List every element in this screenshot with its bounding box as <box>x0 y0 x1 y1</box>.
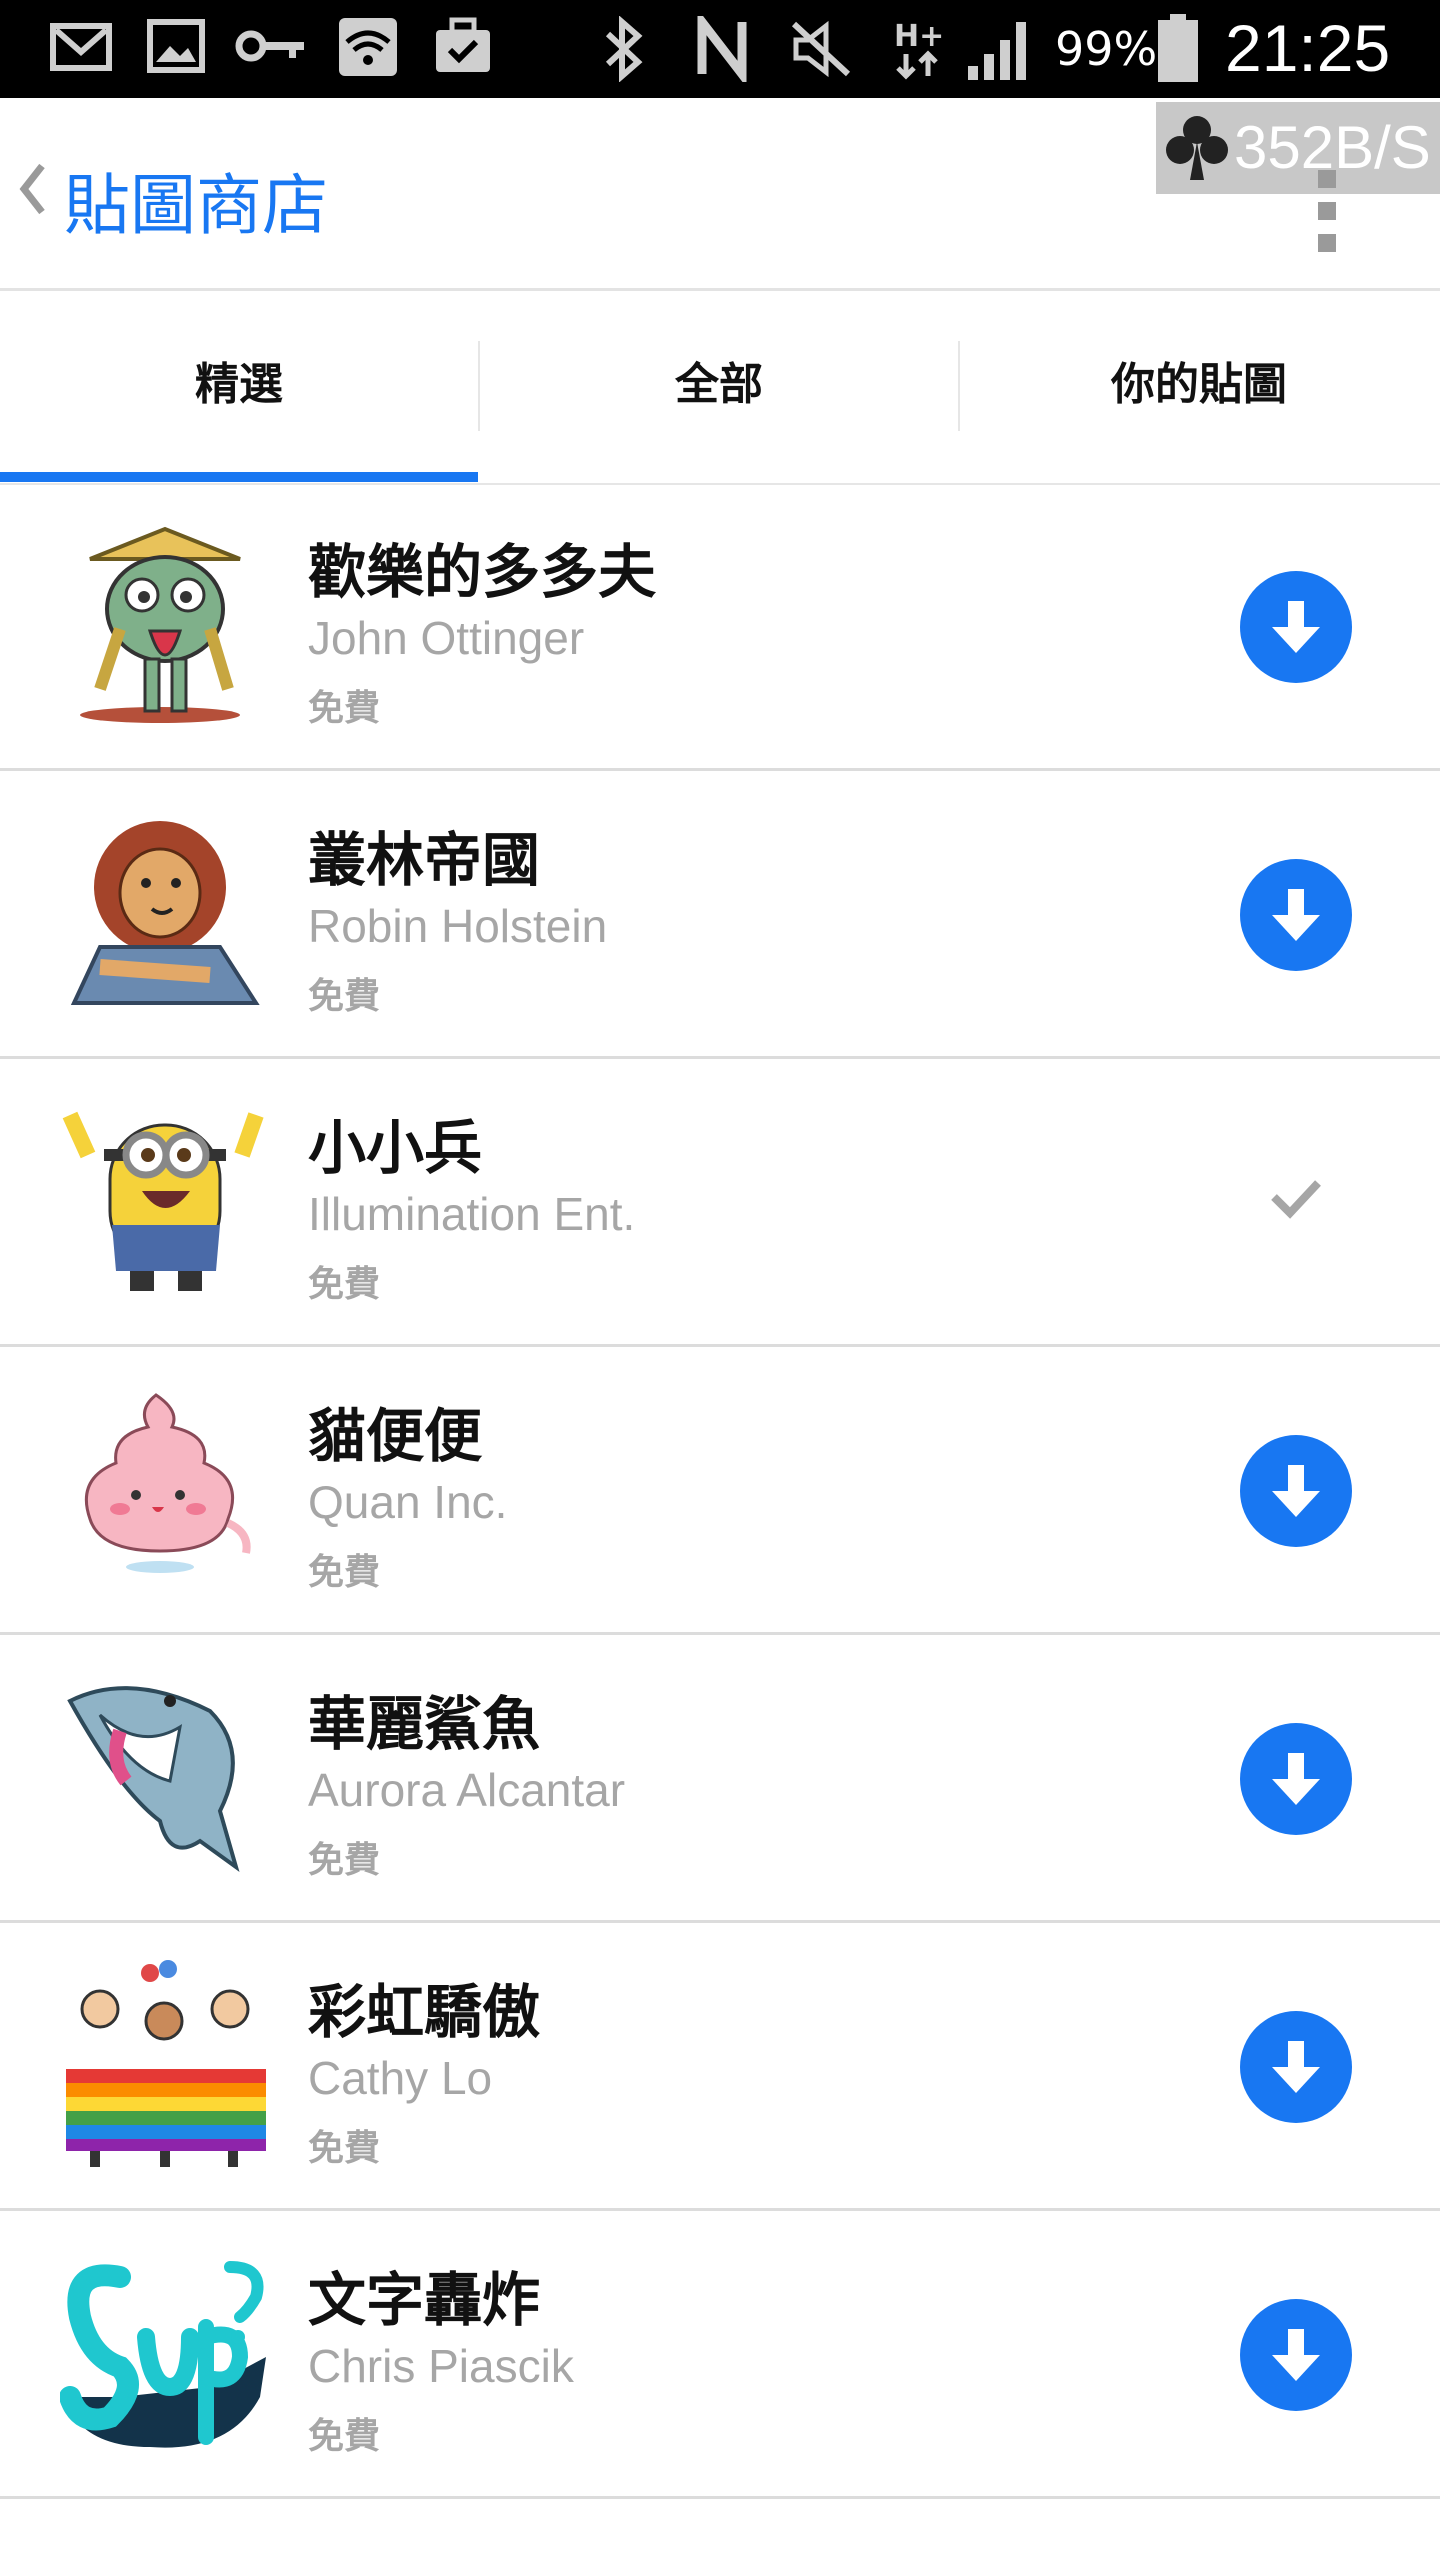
download-arrow-icon <box>1272 601 1320 653</box>
download-button[interactable] <box>1240 859 1352 971</box>
sticker-pack-author: Cathy Lo <box>308 2052 493 2104</box>
sticker-pack-price: 免費 <box>308 688 381 729</box>
tab-your-stickers[interactable]: 你的貼圖 <box>960 291 1438 481</box>
list-item[interactable]: 小小兵 Illumination Ent. 免費 <box>0 1059 1440 1347</box>
download-button[interactable] <box>1240 1435 1352 1547</box>
clock: 21:25 <box>1225 11 1391 85</box>
net-speed-badge: 352B/S <box>1156 102 1440 194</box>
sticker-pack-price: 免費 <box>308 1264 381 1305</box>
sticker-pack-name: 彩虹驕傲 <box>308 1978 541 2046</box>
download-button[interactable] <box>1240 1723 1352 1835</box>
sticker-pack-name: 小小兵 <box>308 1114 483 1182</box>
page-title[interactable]: 貼圖商店 <box>64 152 328 248</box>
battery-percent: 99% <box>1055 22 1158 76</box>
sticker-pack-author: Robin Holstein <box>308 900 608 952</box>
status-bar: H+ 99% 21:25 <box>0 0 1440 98</box>
download-arrow-icon <box>1272 889 1320 941</box>
sticker-pack-price: 免費 <box>308 1552 381 1593</box>
list-item[interactable]: 彩虹驕傲 Cathy Lo 免費 <box>0 1923 1440 2211</box>
download-arrow-icon <box>1272 1465 1320 1517</box>
installed-check-icon <box>1268 1175 1324 1225</box>
briefcase-icon <box>432 16 494 82</box>
sticker-pack-author: John Ottinger <box>308 612 585 664</box>
sticker-pack-author: Quan Inc. <box>308 1476 508 1528</box>
app-bar: 貼圖商店 352B/S <box>0 98 1440 291</box>
mute-icon <box>788 16 854 86</box>
bluetooth-icon <box>600 15 646 86</box>
sticker-thumbnail-minion <box>60 1095 270 1305</box>
download-arrow-icon <box>1272 2041 1320 2093</box>
download-button[interactable] <box>1240 2299 1352 2411</box>
gmail-icon <box>50 16 112 80</box>
list-item[interactable]: 叢林帝國 Robin Holstein 免費 <box>0 771 1440 1059</box>
back-chevron-icon[interactable] <box>14 158 50 224</box>
signal-icon <box>966 16 1036 86</box>
sticker-thumbnail-lion <box>60 807 270 1017</box>
sticker-pack-name: 叢林帝國 <box>308 826 541 894</box>
sticker-pack-list: 歡樂的多多夫 John Ottinger 免費 叢林帝國 Robin Holst… <box>0 483 1440 2499</box>
list-item[interactable]: 華麗鯊魚 Aurora Alcantar 免費 <box>0 1635 1440 1923</box>
sticker-pack-price: 免費 <box>308 976 381 1017</box>
sticker-pack-price: 免費 <box>308 2128 381 2169</box>
list-item[interactable]: 歡樂的多多夫 John Ottinger 免費 <box>0 483 1440 771</box>
download-button[interactable] <box>1240 571 1352 683</box>
sticker-thumbnail-poop <box>60 1383 270 1593</box>
svg-text:H+: H+ <box>894 19 944 54</box>
sticker-thumbnail-dodo <box>60 519 270 729</box>
tab-featured[interactable]: 精選 <box>0 291 478 481</box>
list-item[interactable]: 貓便便 Quan Inc. 免費 <box>0 1347 1440 1635</box>
sticker-pack-author: Aurora Alcantar <box>308 1764 626 1816</box>
nfc-icon <box>690 8 756 88</box>
download-button[interactable] <box>1240 2011 1352 2123</box>
tab-all[interactable]: 全部 <box>480 291 958 481</box>
club-icon <box>1162 112 1232 210</box>
sticker-thumbnail-typography <box>59 2247 270 2457</box>
sticker-pack-name: 文字轟炸 <box>308 2266 541 2334</box>
sticker-pack-name: 貓便便 <box>308 1402 483 1470</box>
list-item[interactable]: 文字轟炸 Chris Piascik 免費 <box>0 2211 1440 2499</box>
download-arrow-icon <box>1272 2329 1320 2381</box>
download-arrow-icon <box>1272 1753 1320 1805</box>
sticker-pack-name: 歡樂的多多夫 <box>308 538 657 606</box>
sticker-pack-price: 免費 <box>308 2416 381 2457</box>
wifi-icon <box>337 16 399 82</box>
sticker-thumbnail-shark <box>60 1671 270 1881</box>
sticker-pack-price: 免費 <box>308 1840 381 1881</box>
tab-selected-indicator <box>0 472 478 482</box>
hplus-data-icon: H+ <box>892 16 946 86</box>
sticker-pack-author: Chris Piascik <box>308 2340 574 2392</box>
sticker-pack-author: Illumination Ent. <box>308 1188 636 1240</box>
sticker-pack-name: 華麗鯊魚 <box>308 1690 541 1758</box>
sticker-thumbnail-rainbow <box>60 1959 270 2169</box>
tab-bar: 精選 全部 你的貼圖 <box>0 291 1440 485</box>
overflow-menu-icon[interactable] <box>1318 170 1336 266</box>
battery-icon <box>1156 14 1200 86</box>
vpn-key-icon <box>235 16 307 80</box>
gallery-icon <box>146 16 206 80</box>
